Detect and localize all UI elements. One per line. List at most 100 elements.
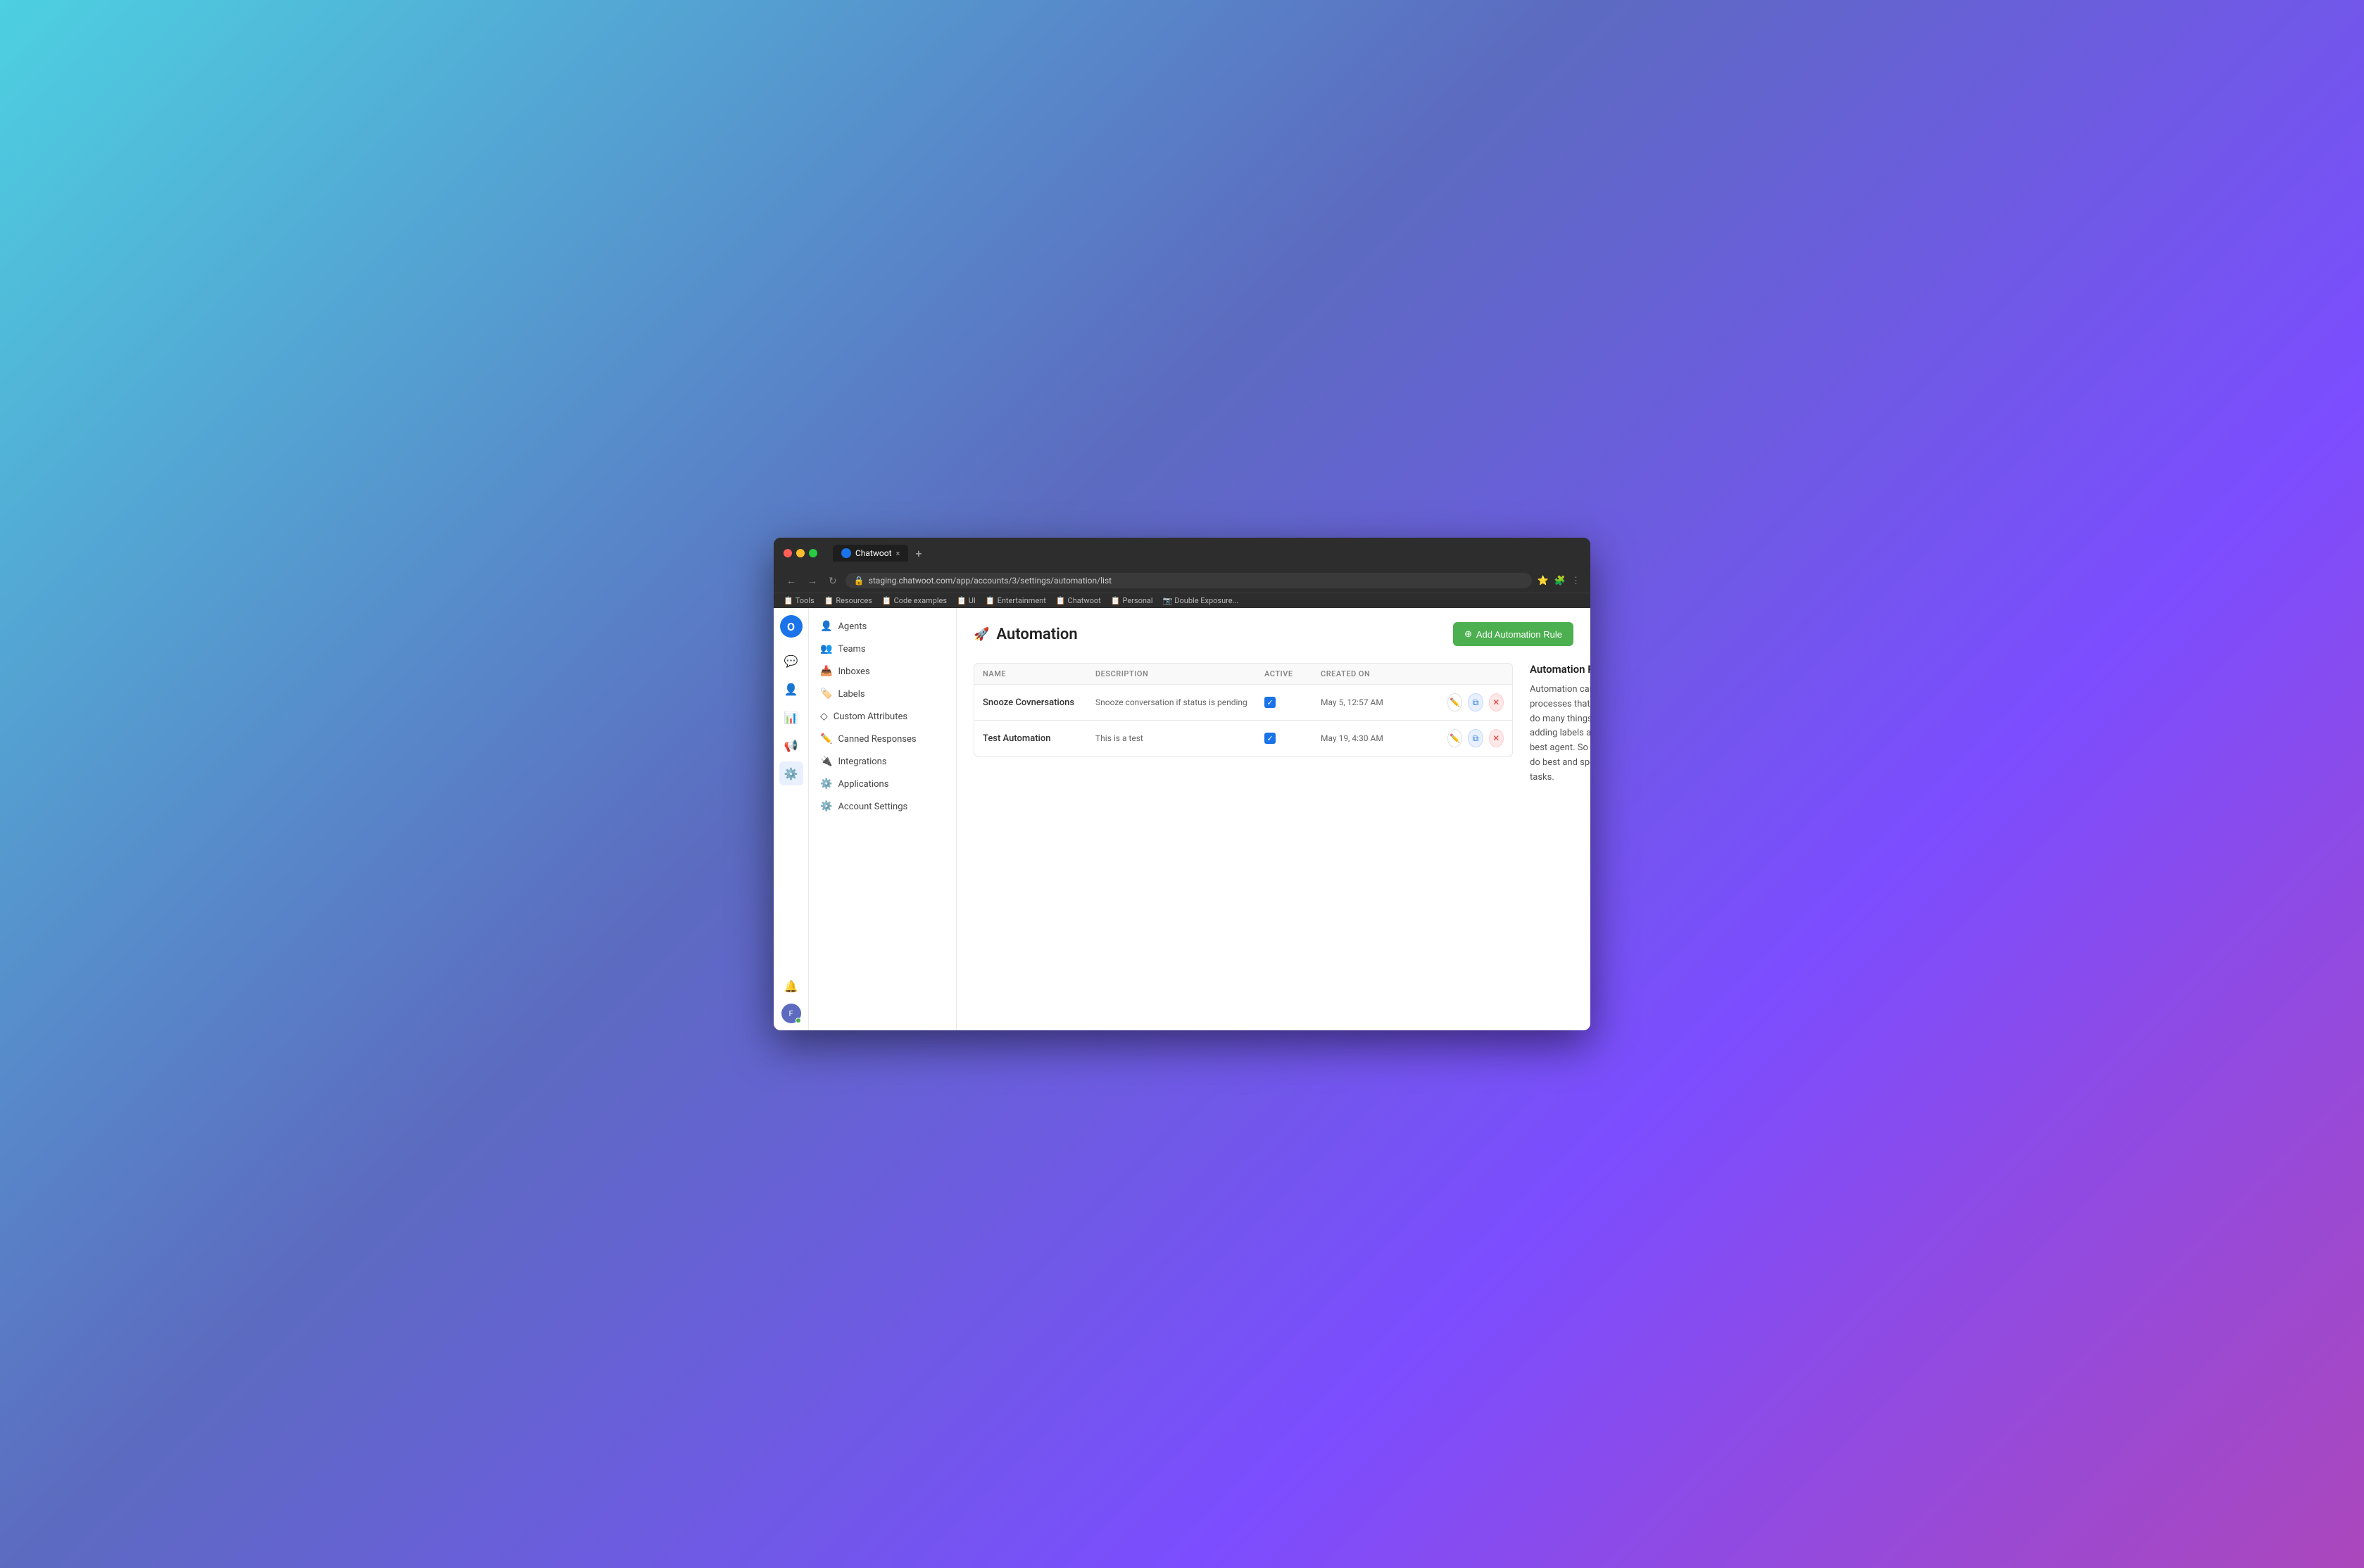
sidebar-item-applications[interactable]: ⚙️ Applications: [809, 773, 956, 795]
sidebar-label-inboxes: Inboxes: [838, 666, 869, 677]
online-status-dot: [796, 1018, 801, 1023]
address-bar[interactable]: 🔒 staging.chatwoot.com/app/accounts/3/se…: [845, 573, 1532, 588]
bookmark-code-examples[interactable]: 📋 Code examples: [882, 596, 947, 605]
sidebar-label-custom-attributes: Custom Attributes: [834, 712, 907, 722]
maximize-button[interactable]: [809, 549, 817, 557]
bookmark-tools[interactable]: 📋 Tools: [784, 596, 815, 605]
sidebar-item-custom-attributes[interactable]: ◇ Custom Attributes: [809, 705, 956, 728]
checkbox-check-icon: ✓: [1266, 698, 1273, 707]
bookmarks-bar: 📋 Tools 📋 Resources 📋 Code examples 📋 UI…: [774, 593, 1590, 608]
rail-chat-icon[interactable]: 💬: [779, 649, 803, 673]
teams-icon: 👥: [820, 643, 832, 655]
page-header: 🚀 Automation ⊕ Add Automation Rule: [974, 622, 1573, 646]
row2-active-cell: ✓: [1264, 733, 1321, 744]
sidebar-label-labels: Labels: [838, 689, 865, 700]
sidebar-item-teams[interactable]: 👥 Teams: [809, 638, 956, 660]
page-title-area: 🚀 Automation: [974, 626, 1078, 643]
browser-window: Chatwoot × + ← → ↻ 🔒 staging.chatwoot.co…: [774, 538, 1590, 1030]
lock-icon: 🔒: [854, 576, 865, 586]
sidebar-label-agents: Agents: [838, 621, 867, 632]
bookmark-resources[interactable]: 📋 Resources: [824, 596, 872, 605]
nav-icons: ⭐ 🧩 ⋮: [1538, 576, 1580, 586]
main-content: 🚀 Automation ⊕ Add Automation Rule NAME …: [957, 608, 1590, 1030]
bookmark-personal[interactable]: 📋 Personal: [1111, 596, 1153, 605]
row1-edit-button[interactable]: ✏️: [1447, 693, 1462, 712]
bookmark-icon[interactable]: ⭐: [1538, 576, 1549, 586]
bookmark-ui[interactable]: 📋 UI: [957, 596, 976, 605]
row1-copy-button[interactable]: ⧉: [1468, 693, 1483, 712]
row2-name: Test Automation: [983, 733, 1095, 744]
row2-created-on: May 19, 4:30 AM: [1321, 733, 1447, 743]
rail-bottom: 🔔 F: [779, 974, 803, 1023]
active-tab[interactable]: Chatwoot ×: [833, 545, 908, 562]
info-panel-title: Automation Rules: [1530, 663, 1590, 676]
sidebar-label-teams: Teams: [838, 644, 865, 655]
minimize-button[interactable]: [796, 549, 805, 557]
sidebar-item-account-settings[interactable]: ⚙️ Account Settings: [809, 795, 956, 818]
traffic-lights: [784, 549, 817, 557]
extensions-icon[interactable]: 🧩: [1554, 576, 1566, 586]
agents-icon: 👤: [820, 621, 832, 632]
sidebar-label-canned-responses: Canned Responses: [838, 734, 916, 745]
new-tab-button[interactable]: +: [911, 547, 926, 560]
inboxes-icon: 📥: [820, 666, 832, 677]
notifications-icon[interactable]: 🔔: [779, 974, 803, 998]
row1-name: Snooze Covnersations: [983, 697, 1095, 708]
col-header-name: NAME: [983, 669, 1095, 678]
integrations-icon: 🔌: [820, 756, 832, 767]
canned-responses-icon: ✏️: [820, 733, 832, 745]
forward-button[interactable]: →: [805, 574, 820, 588]
checkbox-check-icon: ✓: [1266, 734, 1273, 743]
sidebar-item-agents[interactable]: 👤 Agents: [809, 615, 956, 638]
sidebar-item-integrations[interactable]: 🔌 Integrations: [809, 750, 956, 773]
left-rail: O 💬 👤 📊 📢 ⚙️ 🔔 F: [774, 608, 809, 1030]
applications-icon: ⚙️: [820, 778, 832, 790]
custom-attributes-icon: ◇: [820, 711, 828, 722]
row2-active-checkbox[interactable]: ✓: [1264, 733, 1276, 744]
sidebar-label-applications: Applications: [838, 779, 888, 790]
automation-table: NAME DESCRIPTION ACTIVE CREATED ON Snooz…: [974, 663, 1513, 785]
sidebar-label-integrations: Integrations: [838, 757, 886, 767]
row1-active-checkbox[interactable]: ✓: [1264, 697, 1276, 708]
rail-settings-icon[interactable]: ⚙️: [779, 761, 803, 785]
row2-edit-button[interactable]: ✏️: [1447, 729, 1462, 747]
user-avatar[interactable]: F: [781, 1004, 801, 1023]
row2-copy-button[interactable]: ⧉: [1468, 729, 1483, 747]
add-button-label: Add Automation Rule: [1476, 629, 1562, 640]
row1-active-cell: ✓: [1264, 697, 1321, 708]
page-title: Automation: [996, 626, 1077, 643]
col-header-actions: [1447, 669, 1504, 678]
sidebar-item-inboxes[interactable]: 📥 Inboxes: [809, 660, 956, 683]
tab-close-icon[interactable]: ×: [896, 549, 900, 558]
sidebar-item-canned-responses[interactable]: ✏️ Canned Responses: [809, 728, 956, 750]
tab-favicon: [841, 548, 851, 558]
sidebar-item-labels[interactable]: 🏷️ Labels: [809, 683, 956, 705]
refresh-button[interactable]: ↻: [826, 574, 840, 588]
app-container: O 💬 👤 📊 📢 ⚙️ 🔔 F 👤 Agents 👥: [774, 608, 1590, 1030]
tab-bar: Chatwoot × +: [833, 545, 1580, 562]
back-button[interactable]: ←: [784, 574, 799, 588]
col-header-description: DESCRIPTION: [1095, 669, 1264, 678]
account-settings-icon: ⚙️: [820, 801, 832, 812]
table-row: Test Automation This is a test ✓ May 19,…: [974, 721, 1513, 757]
rail-contacts-icon[interactable]: 👤: [779, 677, 803, 701]
automation-layout: NAME DESCRIPTION ACTIVE CREATED ON Snooz…: [974, 663, 1573, 785]
bookmark-chatwoot[interactable]: 📋 Chatwoot: [1056, 596, 1101, 605]
add-icon: ⊕: [1464, 628, 1472, 640]
logo: O: [780, 615, 803, 638]
row2-delete-button[interactable]: ✕: [1489, 729, 1504, 747]
close-button[interactable]: [784, 549, 792, 557]
url-text: staging.chatwoot.com/app/accounts/3/sett…: [869, 576, 1112, 586]
info-panel: Automation Rules Automation can replace …: [1530, 663, 1590, 785]
rail-campaigns-icon[interactable]: 📢: [779, 733, 803, 757]
add-automation-rule-button[interactable]: ⊕ Add Automation Rule: [1453, 622, 1573, 646]
menu-icon[interactable]: ⋮: [1571, 576, 1580, 586]
row1-description: Snooze conversation if status is pending: [1095, 697, 1264, 707]
bookmark-double-exposure[interactable]: 📷 Double Exposure...: [1163, 596, 1239, 605]
rail-reports-icon[interactable]: 📊: [779, 705, 803, 729]
row2-description: This is a test: [1095, 733, 1264, 743]
titlebar: Chatwoot × +: [774, 538, 1590, 569]
bookmark-entertainment[interactable]: 📋 Entertainment: [986, 596, 1046, 605]
row1-delete-button[interactable]: ✕: [1489, 693, 1504, 712]
tab-title: Chatwoot: [855, 548, 892, 558]
